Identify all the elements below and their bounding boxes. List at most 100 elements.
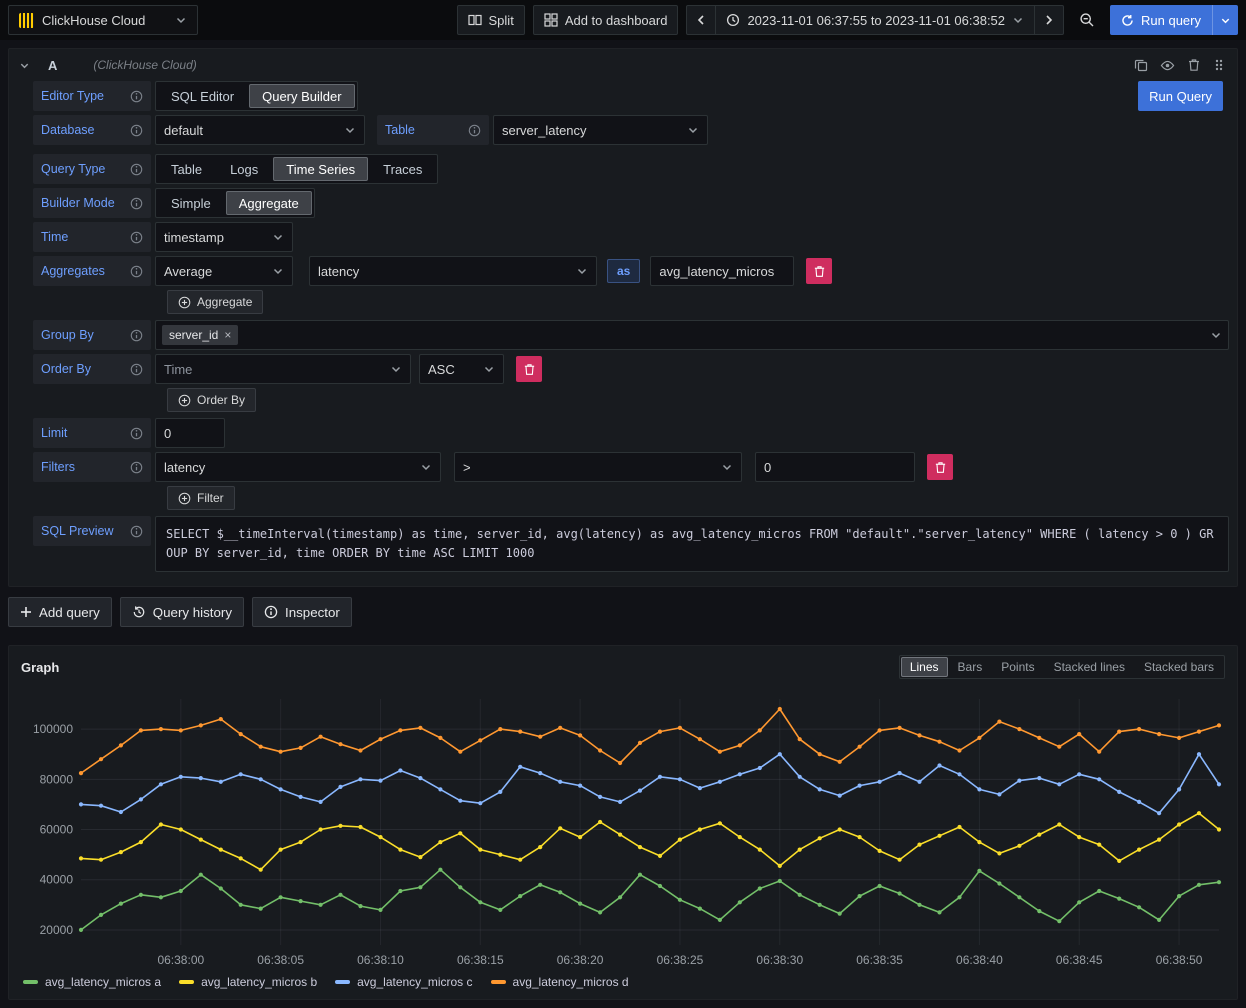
datasource-picker[interactable]: ClickHouse Cloud: [8, 5, 198, 35]
chart-canvas[interactable]: 2000040000600008000010000006:38:0006:38:…: [17, 687, 1229, 975]
legend-item-series-a[interactable]: avg_latency_micros a: [23, 975, 161, 989]
query-type-logs[interactable]: Logs: [217, 157, 271, 181]
timeseries-chart[interactable]: 2000040000600008000010000006:38:0006:38:…: [9, 683, 1237, 973]
run-query-interval-dropdown[interactable]: [1212, 5, 1238, 35]
hide-query-icon[interactable]: [1160, 58, 1175, 73]
graph-style-stacked-lines[interactable]: Stacked lines: [1045, 657, 1134, 677]
clock-icon: [726, 13, 740, 27]
remove-filter-button[interactable]: [927, 454, 953, 480]
inspector-button[interactable]: Inspector: [252, 597, 352, 627]
aggregate-function-select[interactable]: Average: [155, 256, 293, 286]
chevron-down-icon: [687, 124, 699, 136]
graph-style-points[interactable]: Points: [992, 657, 1043, 677]
svg-text:06:38:40: 06:38:40: [956, 953, 1003, 967]
add-query-button[interactable]: Add query: [8, 597, 112, 627]
datasource-name: ClickHouse Cloud: [42, 13, 145, 28]
info-icon[interactable]: [130, 163, 143, 176]
remove-aggregate-button[interactable]: [806, 258, 832, 284]
info-icon[interactable]: [130, 124, 143, 137]
info-circle-icon: [264, 605, 278, 619]
plus-circle-icon: [178, 492, 191, 505]
remove-query-icon[interactable]: [1187, 58, 1201, 72]
query-history-button[interactable]: Query history: [120, 597, 244, 627]
legend-swatch: [179, 980, 194, 984]
add-aggregate-row: Aggregate: [167, 290, 1229, 314]
zoom-out-button[interactable]: [1072, 5, 1102, 35]
table-label: Table: [377, 115, 489, 145]
group-by-multiselect[interactable]: server_id: [155, 320, 1229, 350]
graph-style-bars[interactable]: Bars: [949, 657, 992, 677]
table-select[interactable]: server_latency: [493, 115, 708, 145]
graph-header: Graph Lines Bars Points Stacked lines St…: [9, 646, 1237, 683]
panel-run-query-button[interactable]: Run Query: [1138, 81, 1223, 111]
graph-style-toggle: Lines Bars Points Stacked lines Stacked …: [899, 655, 1225, 679]
info-icon[interactable]: [130, 363, 143, 376]
info-icon[interactable]: [468, 124, 481, 137]
builder-mode-simple[interactable]: Simple: [158, 191, 224, 215]
aggregate-function-value: Average: [164, 264, 212, 279]
aggregate-column-select[interactable]: latency: [309, 256, 597, 286]
query-ref-id[interactable]: A: [48, 58, 57, 73]
time-column-select[interactable]: timestamp: [155, 222, 293, 252]
info-icon[interactable]: [130, 231, 143, 244]
drag-handle-icon[interactable]: [1213, 58, 1225, 72]
query-type-traces[interactable]: Traces: [370, 157, 435, 181]
remove-order-by-button[interactable]: [516, 356, 542, 382]
time-shift-forward-button[interactable]: [1034, 5, 1064, 35]
filter-column-select[interactable]: latency: [155, 452, 441, 482]
refresh-icon: [1121, 14, 1134, 27]
add-aggregate-button[interactable]: Aggregate: [167, 290, 263, 314]
info-icon[interactable]: [130, 427, 143, 440]
add-filter-button[interactable]: Filter: [167, 486, 235, 510]
add-filter-row: Filter: [167, 486, 1229, 510]
editor-type-query-builder[interactable]: Query Builder: [249, 84, 354, 108]
builder-mode-aggregate[interactable]: Aggregate: [226, 191, 312, 215]
order-by-direction-select[interactable]: ASC: [419, 354, 504, 384]
info-icon[interactable]: [130, 329, 143, 342]
legend-swatch: [491, 980, 506, 984]
legend-swatch: [23, 980, 38, 984]
query-type-table[interactable]: Table: [158, 157, 215, 181]
legend-item-series-c[interactable]: avg_latency_micros c: [335, 975, 472, 989]
group-by-row: Group By server_id: [33, 320, 1229, 350]
info-icon[interactable]: [130, 525, 143, 538]
database-select[interactable]: default: [155, 115, 365, 145]
order-by-field-select[interactable]: Time: [155, 354, 411, 384]
add-to-dashboard-button[interactable]: Add to dashboard: [533, 5, 679, 35]
info-icon[interactable]: [130, 197, 143, 210]
info-icon[interactable]: [130, 90, 143, 103]
duplicate-query-icon[interactable]: [1134, 58, 1148, 72]
graph-style-stacked-bars[interactable]: Stacked bars: [1135, 657, 1223, 677]
graph-style-lines[interactable]: Lines: [901, 657, 948, 677]
database-value: default: [164, 123, 203, 138]
chevron-down-icon: [1220, 15, 1231, 26]
trash-icon: [813, 265, 826, 278]
collapse-query-icon[interactable]: [19, 60, 30, 71]
chevron-down-icon: [175, 14, 187, 26]
chevron-right-icon: [1044, 14, 1054, 26]
filter-operator-select[interactable]: >: [454, 452, 742, 482]
info-icon[interactable]: [130, 265, 143, 278]
query-datasource-hint: (ClickHouse Cloud): [93, 58, 196, 72]
query-type-time-series[interactable]: Time Series: [273, 157, 368, 181]
legend-item-series-b[interactable]: avg_latency_micros b: [179, 975, 317, 989]
remove-tag-icon[interactable]: [224, 329, 231, 341]
chart-legend: avg_latency_micros a avg_latency_micros …: [9, 973, 1237, 999]
editor-type-sql-editor[interactable]: SQL Editor: [158, 84, 247, 108]
limit-input[interactable]: [155, 418, 225, 448]
time-range-picker[interactable]: 2023-11-01 06:37:55 to 2023-11-01 06:38:…: [715, 5, 1035, 35]
time-column-value: timestamp: [164, 230, 224, 245]
time-shift-back-button[interactable]: [686, 5, 716, 35]
add-order-by-button[interactable]: Order By: [167, 388, 256, 412]
explore-page: ClickHouse Cloud Split Add to dashboard: [0, 0, 1246, 1008]
filter-value-input[interactable]: [755, 452, 915, 482]
legend-item-series-d[interactable]: avg_latency_micros d: [491, 975, 629, 989]
builder-mode-toggle: Simple Aggregate: [155, 188, 315, 218]
info-icon[interactable]: [130, 461, 143, 474]
database-table-row: Database default Table server_latency: [33, 115, 1229, 145]
split-button[interactable]: Split: [457, 5, 525, 35]
sql-preview-row: SQL Preview SELECT $__timeInterval(times…: [33, 516, 1229, 572]
run-query-button[interactable]: Run query: [1110, 5, 1212, 35]
aggregate-alias-input[interactable]: [650, 256, 794, 286]
order-by-label: Order By: [33, 354, 151, 384]
